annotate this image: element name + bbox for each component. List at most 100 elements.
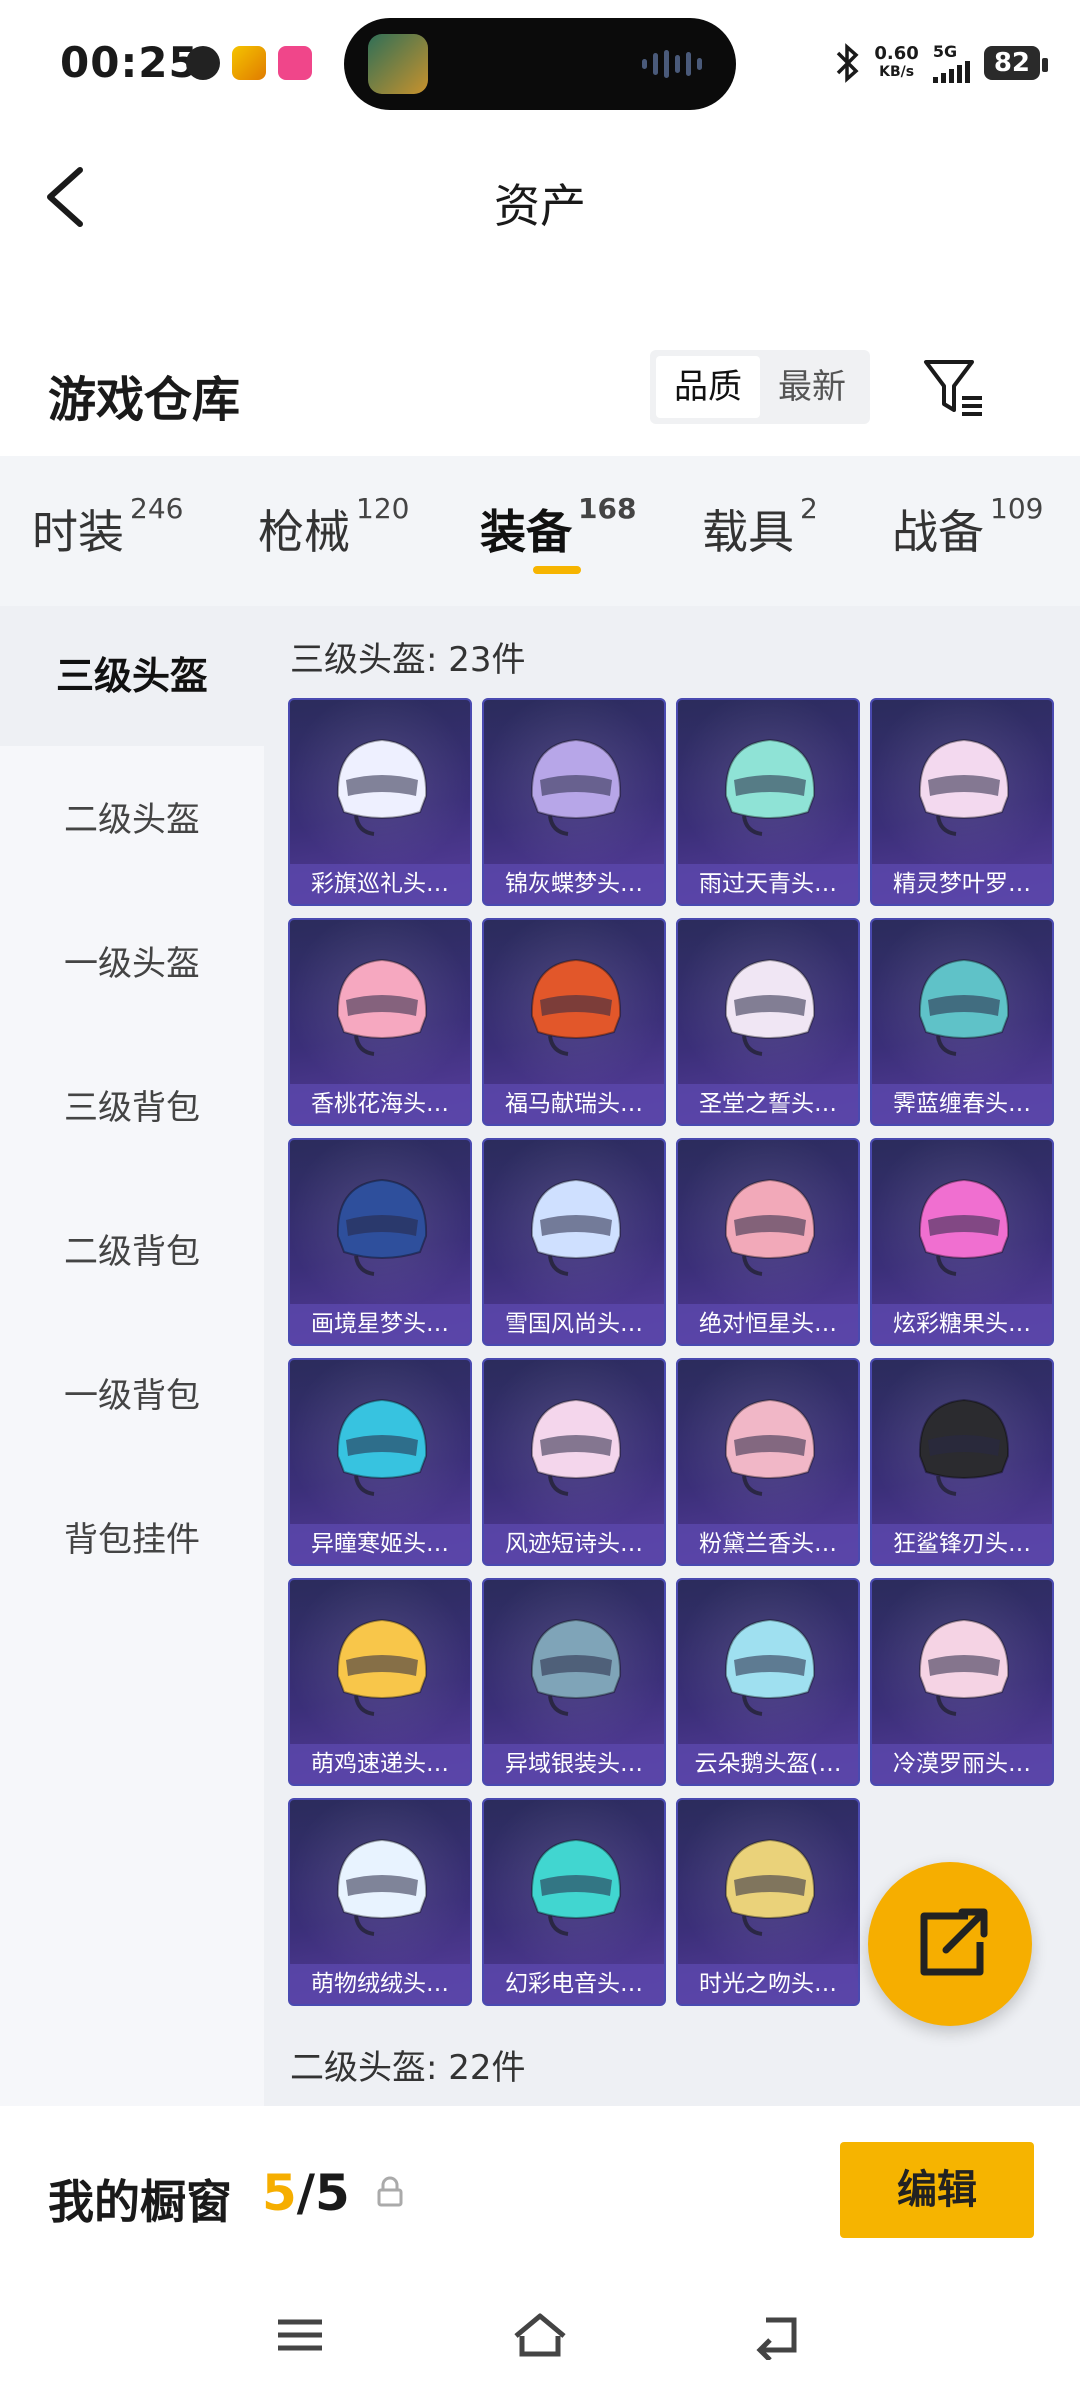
item-card[interactable]: 香桃花海头… xyxy=(288,918,472,1126)
sidebar-item-level2-helmet[interactable]: 二级头盔 xyxy=(0,750,264,890)
tab-count: 168 xyxy=(578,492,637,525)
sort-newest-button[interactable]: 最新 xyxy=(760,356,864,418)
item-name: 霁蓝缠春头… xyxy=(872,1084,1052,1124)
sidebar-item-level2-backpack[interactable]: 二级背包 xyxy=(0,1182,264,1322)
item-card[interactable]: 萌鸡速递头… xyxy=(288,1578,472,1786)
menu-icon[interactable] xyxy=(270,2310,330,2360)
item-card[interactable]: 雪国风尚头… xyxy=(482,1138,666,1346)
showcase-total: /5 xyxy=(296,2164,350,2222)
item-card[interactable]: 彩旗巡礼头… xyxy=(288,698,472,906)
helmet-icon xyxy=(530,1838,622,1936)
filter-icon[interactable] xyxy=(920,352,990,422)
group-label-level3-helmet: 三级头盔: 23件 xyxy=(290,640,526,680)
share-button[interactable] xyxy=(868,1862,1032,2026)
helmet-icon xyxy=(918,738,1010,836)
audio-wave-icon xyxy=(642,50,702,78)
helmet-icon xyxy=(724,1398,816,1496)
item-card[interactable]: 云朵鹅头盔(… xyxy=(676,1578,860,1786)
warehouse-title: 游戏仓库 xyxy=(48,372,241,428)
item-name: 香桃花海头… xyxy=(290,1084,470,1124)
helmet-icon xyxy=(724,1178,816,1276)
item-card[interactable]: 福马献瑞头… xyxy=(482,918,666,1126)
tab-equipment[interactable]: 装备 168 xyxy=(480,492,636,562)
tab-count: 120 xyxy=(356,492,410,525)
warehouse-header: 游戏仓库 品质 最新 xyxy=(0,330,1080,450)
item-name: 精灵梦叶罗… xyxy=(872,864,1052,904)
page-title: 资产 xyxy=(494,179,586,233)
item-name: 幻彩电音头… xyxy=(484,1964,664,2004)
item-name: 冷漠罗丽头… xyxy=(872,1744,1052,1784)
item-card[interactable]: 冷漠罗丽头… xyxy=(870,1578,1054,1786)
helmet-icon xyxy=(530,738,622,836)
sort-quality-button[interactable]: 品质 xyxy=(656,356,760,418)
system-nav-bar xyxy=(0,2270,1080,2400)
bluetooth-icon xyxy=(837,43,859,83)
home-icon[interactable] xyxy=(510,2310,570,2360)
item-card[interactable]: 画境星梦头… xyxy=(288,1138,472,1346)
item-card[interactable]: 绝对恒星头… xyxy=(676,1138,860,1346)
dynamic-island[interactable] xyxy=(344,18,736,110)
item-card[interactable]: 锦灰蝶梦头… xyxy=(482,698,666,906)
item-card[interactable]: 圣堂之誓头… xyxy=(676,918,860,1126)
item-card[interactable]: 幻彩电音头… xyxy=(482,1798,666,2006)
network-speed-unit: KB/s xyxy=(879,64,915,80)
top-nav: 资产 xyxy=(0,140,1080,260)
item-name: 狂鲨锋刃头… xyxy=(872,1524,1052,1564)
edit-button[interactable]: 编辑 xyxy=(840,2142,1034,2238)
network-type: 5G xyxy=(932,42,958,61)
helmet-icon xyxy=(918,1178,1010,1276)
tab-label: 枪械 xyxy=(258,505,350,559)
tab-count: 2 xyxy=(800,492,818,525)
tab-label: 战备 xyxy=(892,505,984,559)
helmet-icon xyxy=(724,1618,816,1716)
helmet-icon xyxy=(336,1838,428,1936)
item-card[interactable]: 时光之吻头… xyxy=(676,1798,860,2006)
item-card[interactable]: 炫彩糖果头… xyxy=(870,1138,1054,1346)
tab-vehicles[interactable]: 载具 2 xyxy=(702,492,818,562)
item-name: 彩旗巡礼头… xyxy=(290,864,470,904)
item-card[interactable]: 萌物绒绒头… xyxy=(288,1798,472,2006)
item-name: 时光之吻头… xyxy=(678,1964,858,2004)
helmet-icon xyxy=(918,958,1010,1056)
item-card[interactable]: 霁蓝缠春头… xyxy=(870,918,1054,1126)
battery-indicator: 82 xyxy=(983,46,1049,80)
item-card[interactable]: 精灵梦叶罗… xyxy=(870,698,1054,906)
helmet-icon xyxy=(336,738,428,836)
helmet-icon xyxy=(530,1618,622,1716)
item-card[interactable]: 粉黛兰香头… xyxy=(676,1358,860,1566)
group-label-level2-helmet: 二级头盔: 22件 xyxy=(290,2048,526,2088)
tab-fashion[interactable]: 时装 246 xyxy=(32,492,183,562)
showcase-title: 我的橱窗 xyxy=(48,2175,232,2229)
sidebar-item-level1-backpack[interactable]: 一级背包 xyxy=(0,1326,264,1466)
item-name: 福马献瑞头… xyxy=(484,1084,664,1124)
tab-label: 装备 xyxy=(480,505,572,559)
item-name: 云朵鹅头盔(… xyxy=(678,1744,858,1784)
item-card[interactable]: 风迹短诗头… xyxy=(482,1358,666,1566)
showcase-current: 5 xyxy=(262,2164,297,2222)
sidebar-item-level3-backpack[interactable]: 三级背包 xyxy=(0,1038,264,1178)
item-name: 异瞳寒姬头… xyxy=(290,1524,470,1564)
lock-icon xyxy=(377,2176,403,2207)
item-card[interactable]: 雨过天青头… xyxy=(676,698,860,906)
item-name: 萌鸡速递头… xyxy=(290,1744,470,1784)
helmet-icon xyxy=(724,738,816,836)
helmet-icon xyxy=(336,1178,428,1276)
sidebar-item-level1-helmet[interactable]: 一级头盔 xyxy=(0,894,264,1034)
network-speed-value: 0.60 xyxy=(874,43,919,64)
tab-label: 载具 xyxy=(702,505,794,559)
item-card[interactable]: 狂鲨锋刃头… xyxy=(870,1358,1054,1566)
app-notification-icon xyxy=(232,46,266,80)
item-name: 绝对恒星头… xyxy=(678,1304,858,1344)
sidebar-item-level3-helmet[interactable]: 三级头盔 xyxy=(0,606,264,746)
category-tabs: 时装 246 枪械 120 装备 168 载具 2 战备 109 xyxy=(0,456,1080,606)
item-card[interactable]: 异瞳寒姬头… xyxy=(288,1358,472,1566)
tab-guns[interactable]: 枪械 120 xyxy=(258,492,409,562)
back-nav-icon[interactable] xyxy=(750,2310,810,2360)
music-app-icon xyxy=(278,46,312,80)
subcategory-sidebar: 三级头盔 二级头盔 一级头盔 三级背包 二级背包 一级背包 背包挂件 xyxy=(0,606,264,2106)
item-card[interactable]: 异域银装头… xyxy=(482,1578,666,1786)
sidebar-item-backpack-charm[interactable]: 背包挂件 xyxy=(0,1470,264,1610)
status-bar: 00:25 0.60 KB/s 5G 82 xyxy=(0,0,1080,130)
tab-gear[interactable]: 战备 109 xyxy=(892,492,1043,562)
item-name: 风迹短诗头… xyxy=(484,1524,664,1564)
